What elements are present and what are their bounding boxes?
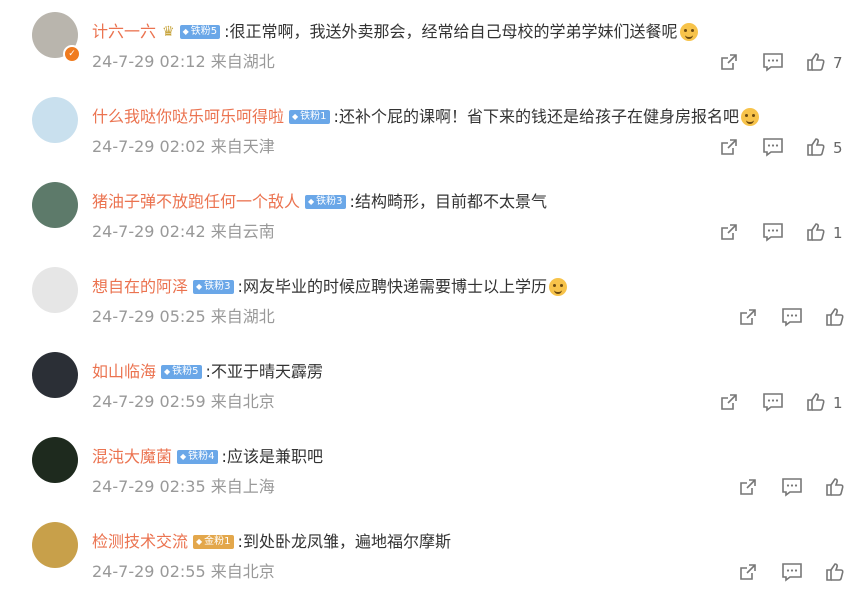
comment-body: 计六一六 ♛ ◆ 铁粉5:很正常啊，我送外卖那会，经常给自己母校的学弟学妹们送餐呢: [92, 21, 698, 43]
fan-badge-label: 铁粉5: [172, 366, 199, 377]
avatar[interactable]: [32, 182, 78, 228]
diamond-icon: ◆: [196, 537, 203, 546]
avatar[interactable]: [32, 437, 78, 483]
comment-icon[interactable]: [781, 307, 802, 327]
username-link[interactable]: 想自在的阿泽: [92, 276, 188, 298]
comment-item: 混沌大魔菌 ◆ 铁粉4:应该是兼职吧 24-7-29 02:35 来自上海: [0, 425, 859, 510]
fan-badge-label: 铁粉3: [204, 281, 231, 292]
comment-meta: 24-7-29 02:35 来自上海: [92, 477, 275, 496]
username-link[interactable]: 什么我哒你哒乐呵乐呵得啦: [92, 106, 284, 128]
comment-text: :网友毕业的时候应聘快递需要博士以上学历: [237, 277, 547, 296]
like-count: 5: [833, 139, 843, 157]
verified-icon: ✓: [63, 45, 81, 63]
comment-icon[interactable]: [781, 477, 802, 497]
fan-badge[interactable]: ◆ 铁粉4: [177, 450, 218, 464]
share-icon[interactable]: [719, 392, 739, 412]
comment-text: :结构畸形，目前都不太景气: [349, 192, 547, 211]
comment-text: :到处卧龙凤雏，遍地福尔摩斯: [237, 532, 451, 551]
like-icon[interactable]: [806, 392, 826, 412]
comment-icon[interactable]: [762, 52, 783, 72]
comment-text: :很正常啊，我送外卖那会，经常给自己母校的学弟学妹们送餐呢: [224, 22, 678, 41]
like-count: 1: [833, 394, 843, 412]
comment-item: 什么我哒你哒乐呵乐呵得啦 ◆ 铁粉1:还补个屁的课啊！省下来的钱还是给孩子在健身房报…: [0, 85, 859, 170]
cat-emoji-icon: [548, 278, 567, 296]
avatar[interactable]: [32, 352, 78, 398]
like-count: 1: [833, 224, 843, 242]
share-icon[interactable]: [719, 137, 739, 157]
like-icon[interactable]: [806, 52, 826, 72]
username-link[interactable]: 检测技术交流: [92, 531, 188, 553]
comment-body: 想自在的阿泽 ◆ 铁粉3:网友毕业的时候应聘快递需要博士以上学历: [92, 276, 567, 298]
share-icon[interactable]: [719, 52, 739, 72]
fan-badge[interactable]: ◆ 铁粉5: [161, 365, 202, 379]
like-icon[interactable]: [825, 307, 845, 327]
comment-icon[interactable]: [781, 562, 802, 582]
comment-text: :应该是兼职吧: [221, 447, 323, 466]
comment-text: :还补个屁的课啊！省下来的钱还是给孩子在健身房报名吧: [333, 107, 739, 126]
comment-meta: 24-7-29 02:42 来自云南: [92, 222, 275, 241]
diamond-icon: ◆: [196, 282, 203, 291]
like-icon[interactable]: [825, 562, 845, 582]
comment-item: 想自在的阿泽 ◆ 铁粉3:网友毕业的时候应聘快递需要博士以上学历 24-7-29 05…: [0, 255, 859, 340]
smile-emoji-icon: [679, 23, 698, 41]
username-link[interactable]: 猪油子弹不放跑任何一个敌人: [92, 191, 300, 213]
avatar[interactable]: [32, 522, 78, 568]
comment-item: ✓ 计六一六 ♛ ◆ 铁粉5:很正常啊，我送外卖那会，经常给自己母校的学弟学妹们送餐呢 2…: [0, 0, 859, 85]
comment-body: 什么我哒你哒乐呵乐呵得啦 ◆ 铁粉1:还补个屁的课啊！省下来的钱还是给孩子在健身房报…: [92, 106, 759, 128]
like-icon[interactable]: [806, 222, 826, 242]
username-link[interactable]: 混沌大魔菌: [92, 446, 172, 468]
share-icon[interactable]: [719, 222, 739, 242]
cry-emoji-icon: [740, 108, 759, 126]
fan-badge[interactable]: ◆ 铁粉5: [179, 25, 221, 39]
fan-badge[interactable]: ◆ 铁粉3: [305, 195, 346, 209]
comment-item: 检测技术交流 ◆ 金粉1:到处卧龙凤雏，遍地福尔摩斯 24-7-29 02:55 来自…: [0, 510, 859, 595]
fan-badge[interactable]: ◆ 铁粉1: [289, 110, 330, 124]
diamond-icon: ◆: [180, 452, 187, 461]
diamond-icon: ◆: [308, 197, 315, 206]
like-icon[interactable]: [825, 477, 845, 497]
username-link[interactable]: 如山临海: [92, 361, 156, 383]
diamond-icon: ◆: [292, 112, 299, 121]
fan-badge-label: 铁粉4: [188, 451, 215, 462]
avatar[interactable]: [32, 267, 78, 313]
comment-meta: 24-7-29 02:59 来自北京: [92, 392, 275, 411]
fan-badge-label: 金粉1: [204, 536, 231, 547]
comment-icon[interactable]: [762, 137, 783, 157]
comment-meta: 24-7-29 05:25 来自湖北: [92, 307, 275, 326]
comment-body: 混沌大魔菌 ◆ 铁粉4:应该是兼职吧: [92, 446, 323, 468]
avatar[interactable]: [32, 97, 78, 143]
comment-body: 如山临海 ◆ 铁粉5:不亚于晴天霹雳: [92, 361, 323, 383]
fan-badge-label: 铁粉5: [190, 26, 218, 37]
username-link[interactable]: 计六一六: [92, 21, 156, 43]
crown-icon: ♛: [162, 24, 175, 40]
share-icon[interactable]: [738, 477, 758, 497]
comment-meta: 24-7-29 02:02 来自天津: [92, 137, 275, 156]
diamond-icon: ◆: [182, 27, 189, 36]
comment-meta: 24-7-29 02:55 来自北京: [92, 562, 275, 581]
diamond-icon: ◆: [164, 367, 171, 376]
fan-badge[interactable]: ◆ 金粉1: [193, 535, 234, 549]
comment-body: 检测技术交流 ◆ 金粉1:到处卧龙凤雏，遍地福尔摩斯: [92, 531, 451, 553]
comment-item: 猪油子弹不放跑任何一个敌人 ◆ 铁粉3:结构畸形，目前都不太景气 24-7-29 02…: [0, 170, 859, 255]
fan-badge[interactable]: ◆ 铁粉3: [193, 280, 234, 294]
comment-item: 如山临海 ◆ 铁粉5:不亚于晴天霹雳 24-7-29 02:59 来自北京 1: [0, 340, 859, 425]
like-icon[interactable]: [806, 137, 826, 157]
like-count: 7: [833, 54, 843, 72]
comment-icon[interactable]: [762, 392, 783, 412]
comment-body: 猪油子弹不放跑任何一个敌人 ◆ 铁粉3:结构畸形，目前都不太景气: [92, 191, 547, 213]
fan-badge-label: 铁粉3: [316, 196, 343, 207]
share-icon[interactable]: [738, 562, 758, 582]
share-icon[interactable]: [738, 307, 758, 327]
fan-badge-label: 铁粉1: [300, 111, 327, 122]
comment-text: :不亚于晴天霹雳: [205, 362, 323, 381]
comment-meta: 24-7-29 02:12 来自湖北: [92, 52, 275, 71]
comment-icon[interactable]: [762, 222, 783, 242]
